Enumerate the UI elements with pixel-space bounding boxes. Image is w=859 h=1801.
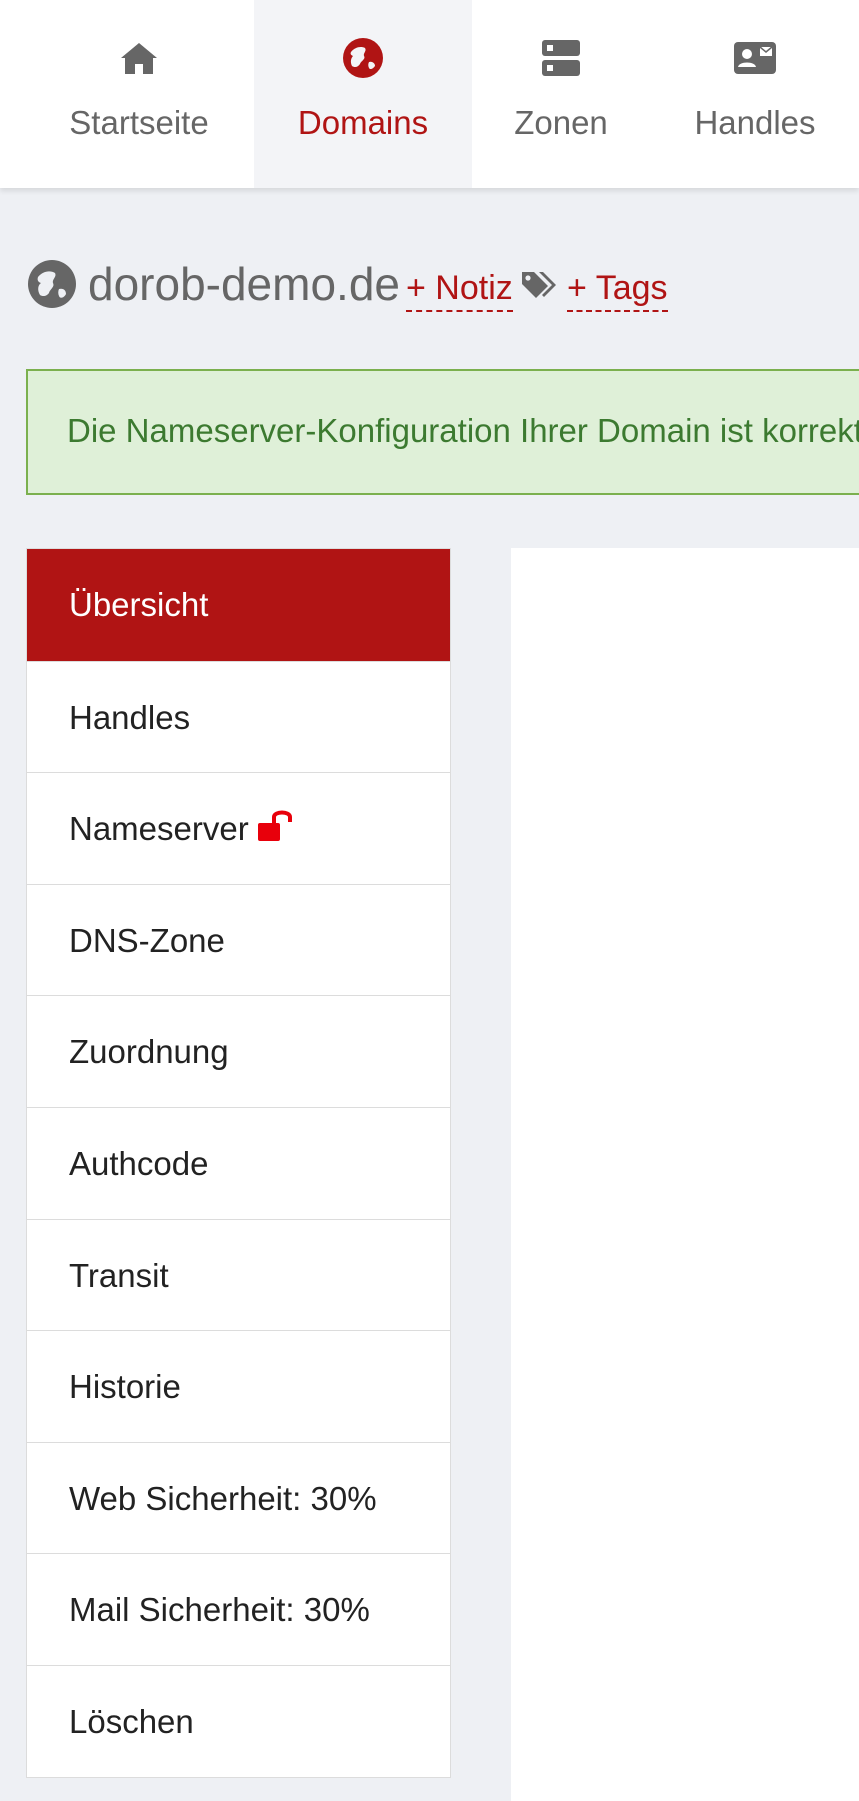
- unlock-icon: [257, 808, 293, 842]
- globe-icon: [339, 34, 387, 82]
- sidebar-item-zuordnung[interactable]: Zuordnung: [27, 995, 450, 1107]
- sidebar-item-web-sicherheit[interactable]: Web Sicherheit: 30%: [27, 1441, 450, 1554]
- home-icon: [115, 34, 163, 82]
- nav-label-handles: Handles: [694, 104, 816, 141]
- sidebar-item-label: DNS-Zone: [69, 921, 225, 959]
- sidebar-item-label: Löschen: [69, 1702, 194, 1740]
- sidebar-item-label: Übersicht: [69, 586, 209, 623]
- sidebar-item-label: Zuordnung: [69, 1033, 229, 1071]
- sidebar-item-label: Handles: [69, 698, 191, 736]
- sidebar-item-label: Mail Sicherheit: 30%: [69, 1591, 370, 1629]
- content-panel: [511, 548, 859, 1801]
- sidebar-item-loeschen[interactable]: Löschen: [27, 1664, 450, 1777]
- tags-icon: [520, 268, 560, 304]
- sidebar-item-dns-zone[interactable]: DNS-Zone: [27, 883, 450, 996]
- add-tags-link[interactable]: + Tags: [567, 268, 668, 312]
- sidebar-item-uebersicht[interactable]: Übersicht: [27, 549, 450, 661]
- sidebar-item-label: Nameserver: [69, 810, 249, 848]
- globe-icon: [26, 258, 78, 310]
- alert-message: Die Nameserver-Konfiguration Ihrer Domai…: [67, 412, 859, 449]
- nav-label-zonen: Zonen: [514, 104, 608, 141]
- sidebar-item-handles[interactable]: Handles: [27, 660, 450, 773]
- nav-item-zonen[interactable]: Zonen: [485, 0, 637, 188]
- add-note-link[interactable]: + Notiz: [406, 268, 513, 312]
- nav-item-startseite[interactable]: Startseite: [34, 0, 244, 188]
- contact-card-icon: [731, 34, 779, 82]
- nav-item-domains[interactable]: Domains: [254, 0, 472, 188]
- sidebar-item-mail-sicherheit[interactable]: Mail Sicherheit: 30%: [27, 1553, 450, 1665]
- sidebar-item-nameserver[interactable]: Nameserver: [27, 772, 450, 884]
- sidebar-item-label: Web Sicherheit: 30%: [69, 1479, 377, 1517]
- nav-label-startseite: Startseite: [69, 104, 209, 141]
- nameserver-status-alert: Die Nameserver-Konfiguration Ihrer Domai…: [26, 369, 859, 495]
- sidebar-item-label: Transit: [69, 1256, 169, 1294]
- sidebar-item-historie[interactable]: Historie: [27, 1330, 450, 1442]
- domain-sidebar-menu: Übersicht Handles Nameserver DNS-Zone Zu…: [26, 548, 451, 1778]
- sidebar-item-label-wrap: Nameserver: [69, 773, 293, 884]
- nav-item-handles[interactable]: Handles: [680, 0, 830, 188]
- sidebar-item-label: Authcode: [69, 1144, 209, 1182]
- nav-label-domains: Domains: [297, 104, 429, 141]
- domain-title: dorob-demo.de: [88, 258, 400, 310]
- sidebar-item-authcode[interactable]: Authcode: [27, 1106, 450, 1219]
- sidebar-item-transit[interactable]: Transit: [27, 1218, 450, 1331]
- sidebar-item-label: Historie: [69, 1368, 181, 1406]
- server-icon: [537, 34, 585, 82]
- top-navigation: Startseite Domains Zonen Handles: [0, 0, 859, 188]
